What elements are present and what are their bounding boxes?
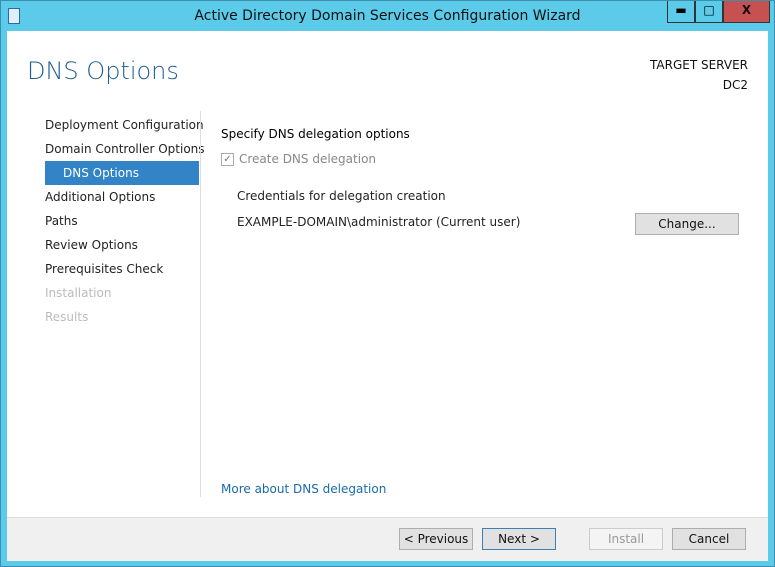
section-heading: Specify DNS delegation options bbox=[221, 127, 410, 141]
window-title: Active Directory Domain Services Configu… bbox=[194, 8, 581, 24]
target-server-value: DC2 bbox=[722, 78, 748, 92]
nav-dns-options[interactable]: DNS Options bbox=[45, 161, 199, 185]
footer: < Previous Next > Install Cancel bbox=[7, 517, 768, 561]
minimize-button[interactable]: ▬ bbox=[667, 1, 695, 23]
checkmark-icon: ✓ bbox=[221, 152, 234, 166]
credentials-label: Credentials for delegation creation bbox=[237, 189, 446, 203]
nav-domain-controller-options[interactable]: Domain Controller Options bbox=[45, 137, 205, 161]
more-about-dns-link[interactable]: More about DNS delegation bbox=[221, 482, 386, 496]
wizard-window: Active Directory Domain Services Configu… bbox=[0, 0, 775, 567]
nav-paths[interactable]: Paths bbox=[45, 209, 199, 233]
nav-installation: Installation bbox=[45, 286, 112, 300]
current-user: EXAMPLE-DOMAIN\administrator (Current us… bbox=[237, 215, 521, 229]
create-dns-delegation-checkbox: ✓ Create DNS delegation bbox=[221, 152, 376, 166]
divider bbox=[200, 111, 201, 497]
nav-review-options[interactable]: Review Options bbox=[45, 233, 199, 257]
install-button: Install bbox=[589, 528, 663, 550]
nav-prerequisites-check[interactable]: Prerequisites Check bbox=[45, 257, 199, 281]
wizard-nav: Deployment Configuration Domain Controll… bbox=[45, 113, 205, 329]
next-button[interactable]: Next > bbox=[482, 528, 556, 550]
previous-button[interactable]: < Previous bbox=[399, 528, 473, 550]
change-button[interactable]: Change... bbox=[635, 213, 739, 235]
maximize-button[interactable]: □ bbox=[695, 1, 723, 23]
nav-additional-options[interactable]: Additional Options bbox=[45, 185, 199, 209]
checkbox-label: Create DNS delegation bbox=[239, 152, 377, 166]
page-title: DNS Options bbox=[27, 57, 179, 85]
cancel-button[interactable]: Cancel bbox=[672, 528, 746, 550]
nav-results: Results bbox=[45, 310, 89, 324]
target-server-label: TARGET SERVER bbox=[650, 58, 748, 72]
close-button[interactable]: X bbox=[723, 1, 770, 23]
nav-deployment-configuration[interactable]: Deployment Configuration bbox=[45, 113, 204, 137]
